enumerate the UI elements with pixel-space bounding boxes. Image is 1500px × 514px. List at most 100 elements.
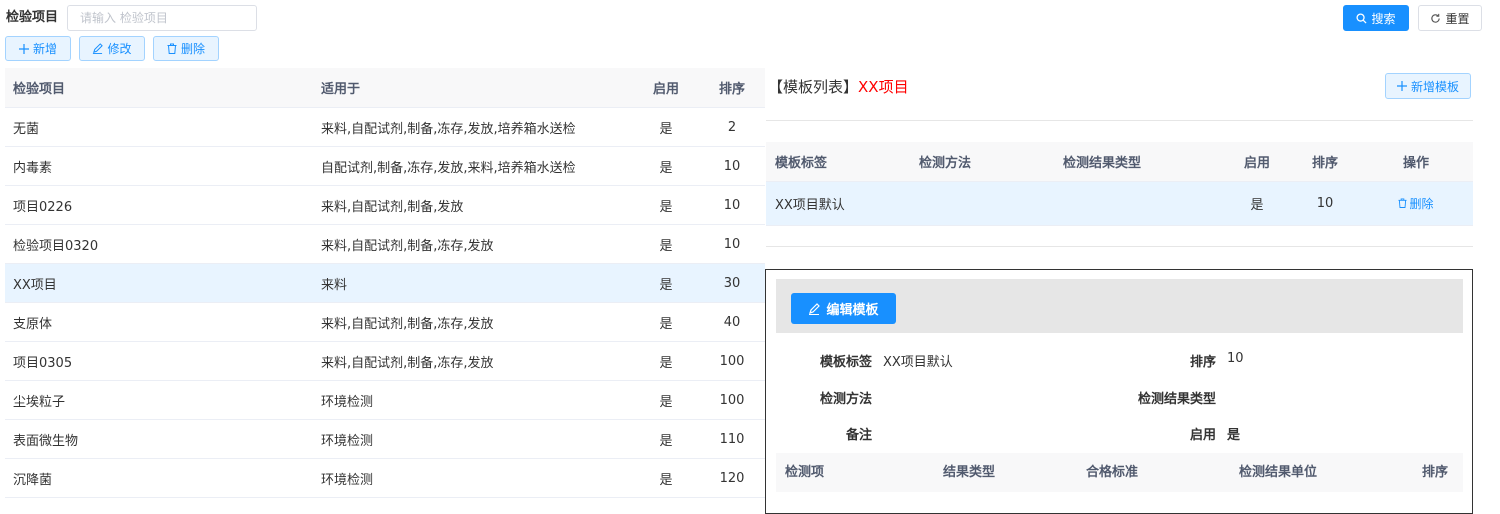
delete-button[interactable]: 删除	[153, 36, 219, 61]
col-header-item: 检验项目	[5, 68, 313, 108]
delete-button-label: 删除	[180, 42, 205, 56]
edit-button-label: 修改	[107, 42, 132, 56]
edit-icon	[808, 302, 821, 315]
cell-applies: 来料,自配试剂,制备,冻存,发放	[313, 224, 633, 264]
reset-button-label: 重置	[1445, 11, 1470, 26]
edit-button[interactable]: 修改	[79, 36, 145, 61]
search-input[interactable]	[67, 5, 257, 31]
cell-order: 10	[1291, 181, 1359, 226]
cell-item: XX项目	[5, 263, 313, 303]
cell-method	[905, 181, 1043, 226]
plus-icon	[1396, 81, 1407, 91]
trash-icon	[167, 43, 177, 54]
field-label-enabled: 启用	[1189, 428, 1216, 443]
field-value-enabled: 是	[1227, 428, 1241, 443]
table-header-row: 模板标签 检测方法 检测结果类型 启用 排序 操作	[766, 142, 1473, 182]
cell-applies: 来料,自配试剂,制备,发放	[313, 185, 633, 225]
col-header-unit: 检测结果单位	[1239, 465, 1318, 480]
edit-icon	[92, 43, 104, 54]
template-title-item: XX项目	[858, 78, 909, 96]
cell-item: 无菌	[5, 107, 313, 147]
cell-item: 项目0305	[5, 341, 313, 381]
cell-item: 表面微生物	[5, 419, 313, 459]
edit-template-button[interactable]: 编辑模板	[791, 293, 896, 324]
template-list-title: 【模板列表】XX项目	[768, 76, 909, 97]
cell-enabled: 是	[633, 458, 699, 498]
trash-icon	[1398, 198, 1408, 209]
cell-applies: 来料	[313, 263, 633, 303]
cell-enabled: 是	[633, 419, 699, 459]
add-template-button[interactable]: 新增模板	[1385, 73, 1471, 99]
table-row[interactable]: 无菌 来料,自配试剂,制备,冻存,发放,培养箱水送检 是 2	[5, 107, 765, 147]
cell-applies: 自配试剂,制备,冻存,发放,来料,培养箱水送检	[313, 146, 633, 186]
cell-order: 40	[699, 302, 765, 342]
col-header-sub-order: 排序	[1422, 465, 1449, 480]
cell-enabled: 是	[633, 224, 699, 264]
cell-applies: 环境检测	[313, 380, 633, 420]
cell-order: 2	[699, 107, 765, 147]
table-row[interactable]: 表面微生物 环境检测 是 110	[5, 419, 765, 459]
table-row[interactable]: XX项目默认 是 10 删除	[766, 181, 1473, 226]
table-header-row: 检验项目 适用于 启用 排序	[5, 68, 765, 108]
col-header-method: 检测方法	[905, 142, 1043, 182]
field-value-order: 10	[1227, 351, 1244, 366]
col-header-result-type: 检测结果类型	[1043, 142, 1223, 182]
col-header-applies: 适用于	[313, 68, 633, 108]
table-row[interactable]: 项目0305 来料,自配试剂,制备,冻存,发放 是 100	[5, 341, 765, 381]
cell-item: 检验项目0320	[5, 224, 313, 264]
table-row-selected[interactable]: XX项目 来料 是 30	[5, 263, 765, 303]
cell-enabled: 是	[1223, 181, 1291, 226]
search-label: 检验项目	[6, 10, 59, 25]
delete-template-link[interactable]: 删除	[1398, 195, 1434, 212]
field-value-tpl-label: XX项目默认	[883, 355, 953, 370]
detail-items-table-header: 检测项 结果类型 合格标准 检测结果单位 排序	[776, 453, 1463, 492]
cell-applies: 来料,自配试剂,制备,冻存,发放,培养箱水送检	[313, 107, 633, 147]
cell-order: 10	[699, 224, 765, 264]
field-label-remark: 备注	[845, 428, 872, 443]
cell-item: 支原体	[5, 302, 313, 342]
cell-order: 10	[699, 185, 765, 225]
search-button[interactable]: 搜索	[1343, 5, 1409, 31]
divider	[766, 246, 1473, 247]
cell-enabled: 是	[633, 146, 699, 186]
table-row[interactable]: 内毒素 自配试剂,制备,冻存,发放,来料,培养箱水送检 是 10	[5, 146, 765, 186]
cell-applies: 来料,自配试剂,制备,冻存,发放	[313, 341, 633, 381]
col-header-tpl-label: 模板标签	[766, 142, 905, 182]
table-row[interactable]: 沉降菌 环境检测 是 120	[5, 458, 765, 498]
cell-order: 10	[699, 146, 765, 186]
table-row[interactable]: 检验项目0320 来料,自配试剂,制备,冻存,发放 是 10	[5, 224, 765, 264]
cell-order: 100	[699, 341, 765, 381]
delete-template-label: 删除	[1409, 196, 1434, 211]
field-label-result-type: 检测结果类型	[1137, 392, 1216, 407]
cell-order: 30	[699, 263, 765, 303]
cell-order: 110	[699, 419, 765, 459]
cell-enabled: 是	[633, 341, 699, 381]
plus-icon	[18, 43, 29, 54]
divider	[766, 120, 1473, 121]
cell-item: 尘埃粒子	[5, 380, 313, 420]
cell-order: 120	[699, 458, 765, 498]
cell-action: 删除	[1359, 181, 1473, 226]
cell-order: 100	[699, 380, 765, 420]
cell-item: 沉降菌	[5, 458, 313, 498]
inspection-items-table: 检验项目 适用于 启用 排序 无菌 来料,自配试剂,制备,冻存,发放,培养箱水送…	[5, 68, 765, 498]
field-label-tpl-label: 模板标签	[819, 355, 872, 370]
field-label-order: 排序	[1189, 355, 1216, 370]
reset-button[interactable]: 重置	[1418, 5, 1482, 31]
cell-result-type	[1043, 181, 1223, 226]
cell-applies: 来料,自配试剂,制备,冻存,发放	[313, 302, 633, 342]
col-header-order: 排序	[1291, 142, 1359, 182]
col-header-check-item: 检测项	[785, 465, 825, 480]
search-button-label: 搜索	[1371, 11, 1396, 26]
cell-item: 内毒素	[5, 146, 313, 186]
cell-item: 项目0226	[5, 185, 313, 225]
table-row[interactable]: 尘埃粒子 环境检测 是 100	[5, 380, 765, 420]
table-row[interactable]: 支原体 来料,自配试剂,制备,冻存,发放 是 40	[5, 302, 765, 342]
table-row[interactable]: 项目0226 来料,自配试剂,制备,发放 是 10	[5, 185, 765, 225]
add-button[interactable]: 新增	[5, 36, 71, 61]
cell-enabled: 是	[633, 263, 699, 303]
col-header-sub-result-type: 结果类型	[943, 465, 996, 480]
cell-applies: 环境检测	[313, 458, 633, 498]
cell-enabled: 是	[633, 380, 699, 420]
col-header-action: 操作	[1359, 142, 1473, 182]
